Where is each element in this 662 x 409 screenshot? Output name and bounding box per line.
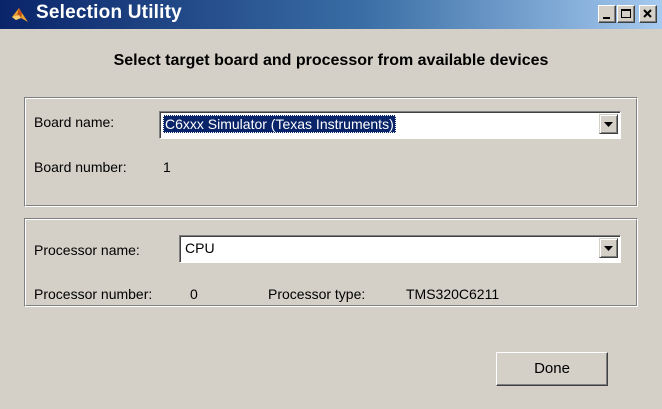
- chevron-down-icon: [604, 246, 613, 251]
- processor-type-label: Processor type:: [268, 286, 366, 302]
- dialog-heading: Select target board and processor from a…: [113, 52, 549, 69]
- processor-number-label: Processor number:: [34, 286, 153, 302]
- processor-number-value: 0: [190, 286, 198, 302]
- selection-utility-window: Selection Utility Select target board an…: [0, 0, 662, 409]
- window-title: Selection Utility: [36, 2, 182, 23]
- processor-panel: Processor name: CPU Processor number: 0 …: [24, 218, 638, 307]
- minimize-icon: [603, 17, 610, 19]
- board-dropdown-arrow[interactable]: [599, 114, 618, 134]
- maximize-button[interactable]: [617, 5, 635, 23]
- processor-type-value: TMS320C6211: [406, 286, 500, 302]
- chevron-down-icon: [604, 122, 613, 127]
- maximize-icon: [621, 9, 631, 18]
- processor-dropdown-arrow[interactable]: [599, 238, 618, 258]
- board-number-label: Board number:: [34, 159, 127, 175]
- processor-name-dropdown-frame: [180, 236, 620, 262]
- title-bar[interactable]: Selection Utility: [0, 0, 662, 29]
- processor-name-label: Processor name:: [34, 242, 140, 258]
- board-name-label: Board name:: [34, 114, 115, 130]
- close-icon: [643, 9, 652, 18]
- board-name-value: C6xxx Simulator (Texas Instruments): [163, 115, 396, 133]
- board-panel: Board name: C6xxx Simulator (Texas Instr…: [24, 97, 638, 207]
- minimize-button[interactable]: [598, 5, 616, 23]
- board-name-dropdown[interactable]: C6xxx Simulator (Texas Instruments): [159, 111, 621, 139]
- close-button[interactable]: [639, 5, 657, 23]
- matlab-icon: [12, 8, 28, 22]
- board-number-value: 1: [163, 159, 171, 175]
- done-button[interactable]: Done: [496, 352, 608, 386]
- processor-name-dropdown[interactable]: CPU: [179, 235, 621, 263]
- processor-name-value: CPU: [185, 240, 215, 256]
